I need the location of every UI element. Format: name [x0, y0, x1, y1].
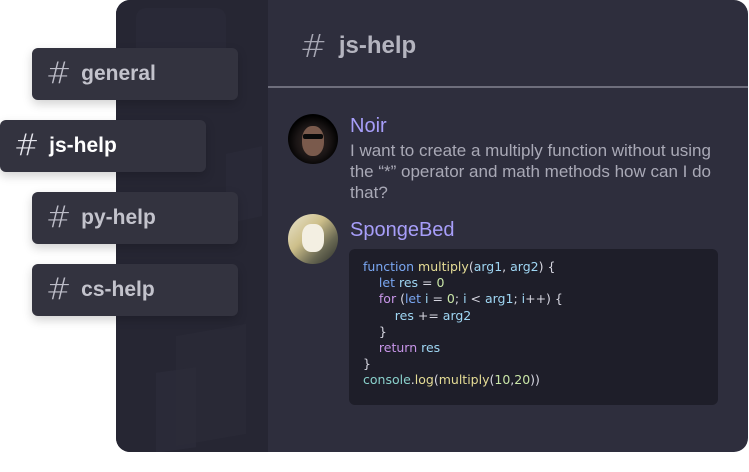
hash-icon: #	[14, 128, 40, 163]
code-line: function multiply(arg1, arg2) {	[363, 259, 556, 274]
channel-chip-label: cs-help	[81, 278, 155, 301]
hash-icon: #	[46, 56, 72, 91]
channel-chip-js-help[interactable]: # js-help	[0, 120, 206, 172]
code-line: let res = 0	[378, 275, 445, 291]
code-line: }	[363, 323, 387, 339]
channel-header: # js-help	[300, 30, 416, 62]
hash-icon: #	[46, 272, 72, 307]
avatar-face	[302, 126, 324, 156]
channel-chip-general[interactable]: # general	[32, 48, 238, 100]
message-body: Noir I want to create a multiply functio…	[350, 114, 730, 203]
avatar[interactable]	[288, 214, 338, 264]
code-line: return res	[378, 339, 441, 355]
divider	[268, 86, 748, 88]
message-author[interactable]: SpongeBed	[350, 218, 455, 242]
code-line: }	[363, 356, 371, 372]
channel-chip-label: js-help	[49, 134, 117, 157]
message: Noir I want to create a multiply functio…	[288, 114, 730, 203]
channel-chip-py-help[interactable]: # py-help	[32, 192, 238, 244]
stage: # js-help Noir I want to create a multip…	[0, 0, 749, 472]
message-text: I want to create a multiply function wit…	[350, 141, 711, 202]
page-title: js-help	[338, 32, 417, 59]
avatar-figure	[302, 224, 324, 252]
hash-icon: #	[300, 27, 327, 65]
decorative-shape	[156, 367, 196, 452]
avatar-glasses	[303, 134, 323, 139]
avatar[interactable]	[288, 114, 338, 164]
channel-chip-cs-help[interactable]: # cs-help	[32, 264, 238, 316]
message-author[interactable]: Noir	[350, 114, 730, 138]
code-line: for (let i = 0; i < arg1; i++) {	[378, 291, 563, 307]
code-block: function multiply(arg1, arg2) { let res …	[349, 249, 718, 405]
code-line: console.log(multiply(10,20))	[363, 372, 540, 388]
channel-chip-label: py-help	[81, 206, 156, 229]
code-line: res += arg2	[394, 307, 472, 323]
hash-icon: #	[46, 200, 72, 235]
channel-chip-label: general	[81, 62, 156, 85]
